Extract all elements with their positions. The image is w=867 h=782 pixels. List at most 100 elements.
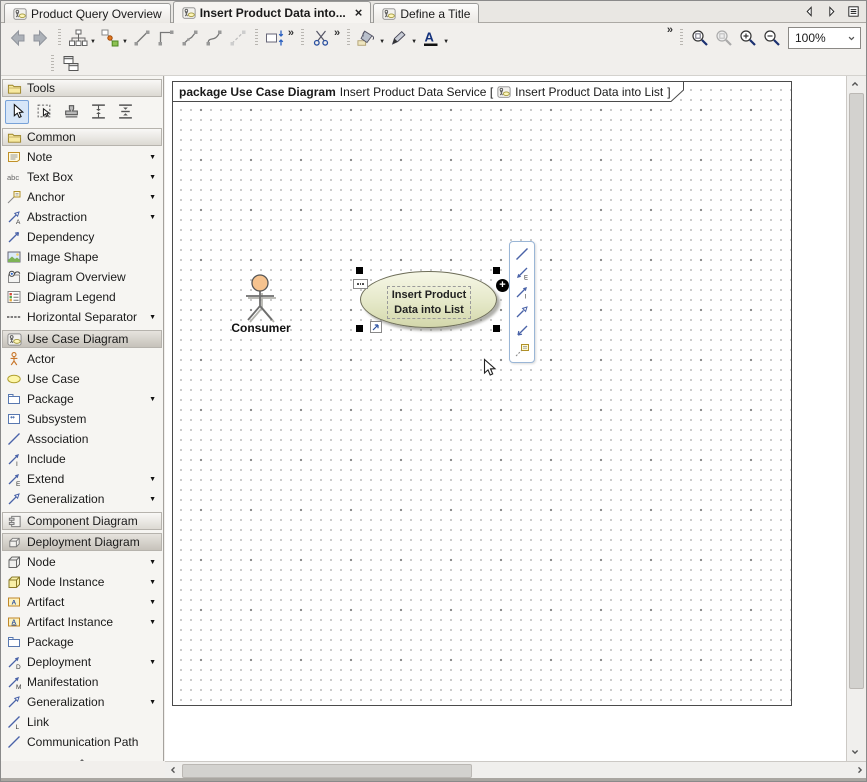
scroll-down-button[interactable] <box>847 744 863 760</box>
chevron-down-icon[interactable]: ▼ <box>149 599 156 606</box>
palette-item-note[interactable]: Note▼ <box>1 147 163 167</box>
palette-collapse-button[interactable] <box>1 752 163 761</box>
tab-insert-product-data-into[interactable]: Insert Product Data into...× <box>173 1 372 23</box>
palette-item-extend[interactable]: EExtend▼ <box>1 469 163 489</box>
toolbar-grip[interactable] <box>255 29 258 47</box>
chevron-down-icon[interactable]: ▼ <box>149 154 156 161</box>
selection-handle-top-right[interactable] <box>493 267 500 274</box>
palette-item-manifestation[interactable]: MManifestation <box>1 672 163 692</box>
path-curved-button[interactable] <box>202 26 226 50</box>
palette-item-link[interactable]: LLink <box>1 712 163 732</box>
palette-item-subsystem[interactable]: Subsystem <box>1 409 163 429</box>
chevron-down-icon[interactable]: ▼ <box>149 214 156 221</box>
cut-scissors-button[interactable] <box>309 26 333 50</box>
vertical-scrollbar[interactable] <box>846 76 863 761</box>
palette-item-include[interactable]: IInclude <box>1 449 163 469</box>
stamp-tool-button[interactable] <box>59 100 83 124</box>
manipulator-include-button[interactable]: I <box>514 284 530 300</box>
chevron-down-icon[interactable]: ▼ <box>149 619 156 626</box>
palette-section-deployment-diagram[interactable]: Deployment Diagram <box>2 533 162 551</box>
palette-item-image-shape[interactable]: Image Shape <box>1 247 163 267</box>
palette-item-node-instance[interactable]: Node Instance▼ <box>1 572 163 592</box>
chevron-down-icon[interactable]: ▼ <box>149 174 156 181</box>
tab-product-query-overview[interactable]: Product Query Overview <box>4 3 171 23</box>
tab-scroll-right-button[interactable] <box>823 3 839 19</box>
tab-list-button[interactable] <box>845 3 861 19</box>
palette-item-diagram-legend[interactable]: Diagram Legend <box>1 287 163 307</box>
palette-item-artifact[interactable]: AArtifact▼ <box>1 592 163 612</box>
scroll-right-button[interactable] <box>852 762 867 778</box>
chevron-down-icon[interactable]: ▼ <box>149 579 156 586</box>
palette-item-generalization[interactable]: Generalization▼ <box>1 692 163 712</box>
path-rectilinear-button[interactable] <box>154 26 178 50</box>
line-color-button[interactable] <box>387 26 411 50</box>
palette-item-artifact-instance[interactable]: AArtifact Instance▼ <box>1 612 163 632</box>
chevron-down-icon[interactable]: ▼ <box>411 39 417 45</box>
actor-label[interactable]: Consumer <box>223 321 299 335</box>
marquee-tool-button[interactable] <box>32 100 56 124</box>
toolbar-overflow[interactable]: » <box>334 27 340 39</box>
palette-item-generalization[interactable]: Generalization▼ <box>1 489 163 509</box>
palette-item-text-box[interactable]: abcText Box▼ <box>1 167 163 187</box>
zoom-in-button[interactable] <box>736 26 760 50</box>
add-related-element-button[interactable]: + <box>496 279 509 292</box>
palette-item-anchor[interactable]: Anchor▼ <box>1 187 163 207</box>
zoom-out-button[interactable] <box>760 26 784 50</box>
horizontal-scroll-thumb[interactable] <box>182 764 472 778</box>
chevron-down-icon[interactable]: ▼ <box>443 39 449 45</box>
cursor-tool-button[interactable] <box>5 100 29 124</box>
zoom-level-select[interactable]: 100% <box>788 27 861 49</box>
scroll-up-button[interactable] <box>847 76 863 92</box>
tab-scroll-left-button[interactable] <box>801 3 817 19</box>
selection-handle-top-left[interactable] <box>356 267 363 274</box>
palette-section-component-diagram[interactable]: Component Diagram <box>2 512 162 530</box>
horizontal-scrollbar[interactable] <box>165 761 867 778</box>
palette-section-use-case-diagram[interactable]: Use Case Diagram <box>2 330 162 348</box>
toolbar-grip[interactable] <box>301 29 304 47</box>
path-oblique-button[interactable] <box>178 26 202 50</box>
fill-color-button[interactable] <box>355 26 379 50</box>
palette-item-deployment[interactable]: DDeployment▼ <box>1 652 163 672</box>
chevron-down-icon[interactable]: ▼ <box>149 314 156 321</box>
distribute-center-tool-button[interactable] <box>113 100 137 124</box>
vertical-scroll-thumb[interactable] <box>849 93 864 689</box>
compartments-button[interactable] <box>353 279 368 289</box>
palette-item-package[interactable]: Package <box>1 632 163 652</box>
palette-item-actor[interactable]: Actor <box>1 349 163 369</box>
diagram-windows-button[interactable] <box>59 52 83 76</box>
palette-item-node[interactable]: Node▼ <box>1 552 163 572</box>
palette-item-use-case[interactable]: Use Case <box>1 369 163 389</box>
palette-item-dependency[interactable]: Dependency <box>1 227 163 247</box>
manipulator-association-button[interactable] <box>514 246 530 262</box>
chevron-down-icon[interactable]: ▼ <box>149 396 156 403</box>
manipulator-directed-association-button[interactable] <box>514 323 530 339</box>
font-color-button[interactable]: A <box>419 26 443 50</box>
path-straight-button[interactable] <box>130 26 154 50</box>
palette-item-horizontal-separator[interactable]: Horizontal Separator▼ <box>1 307 163 327</box>
toolbar-grip[interactable] <box>347 29 350 47</box>
chevron-down-icon[interactable]: ▼ <box>149 659 156 666</box>
tab-close-icon[interactable]: × <box>355 8 363 18</box>
toolbar-grip[interactable] <box>680 29 683 47</box>
resize-shape-button[interactable] <box>263 26 287 50</box>
go-to-source-icon[interactable] <box>370 321 382 333</box>
actor-shape[interactable] <box>228 269 292 325</box>
chevron-down-icon[interactable]: ▼ <box>379 39 385 45</box>
toolbar-grip[interactable] <box>58 29 61 47</box>
quick-layout-button[interactable] <box>98 26 122 50</box>
palette-item-diagram-overview[interactable]: Diagram Overview <box>1 267 163 287</box>
zoom-fit-button[interactable] <box>688 26 712 50</box>
manipulator-anchor-note-button[interactable] <box>514 342 530 358</box>
use-case-label[interactable]: Insert Product Data into List <box>387 286 471 319</box>
palette-section-tools[interactable]: Tools <box>2 79 162 97</box>
palette-item-package[interactable]: Package▼ <box>1 389 163 409</box>
manipulator-extend-button[interactable]: E <box>514 265 530 281</box>
palette-item-association[interactable]: Association <box>1 429 163 449</box>
chevron-down-icon[interactable]: ▼ <box>149 559 156 566</box>
toolbar-grip[interactable] <box>51 55 54 73</box>
palette-item-communication-path[interactable]: Communication Path <box>1 732 163 752</box>
chevron-down-icon[interactable]: ▼ <box>122 39 128 45</box>
chevron-down-icon[interactable]: ▼ <box>149 699 156 706</box>
manipulator-generalization-button[interactable] <box>514 304 530 320</box>
tab-define-a-title[interactable]: Define a Title <box>373 3 479 23</box>
